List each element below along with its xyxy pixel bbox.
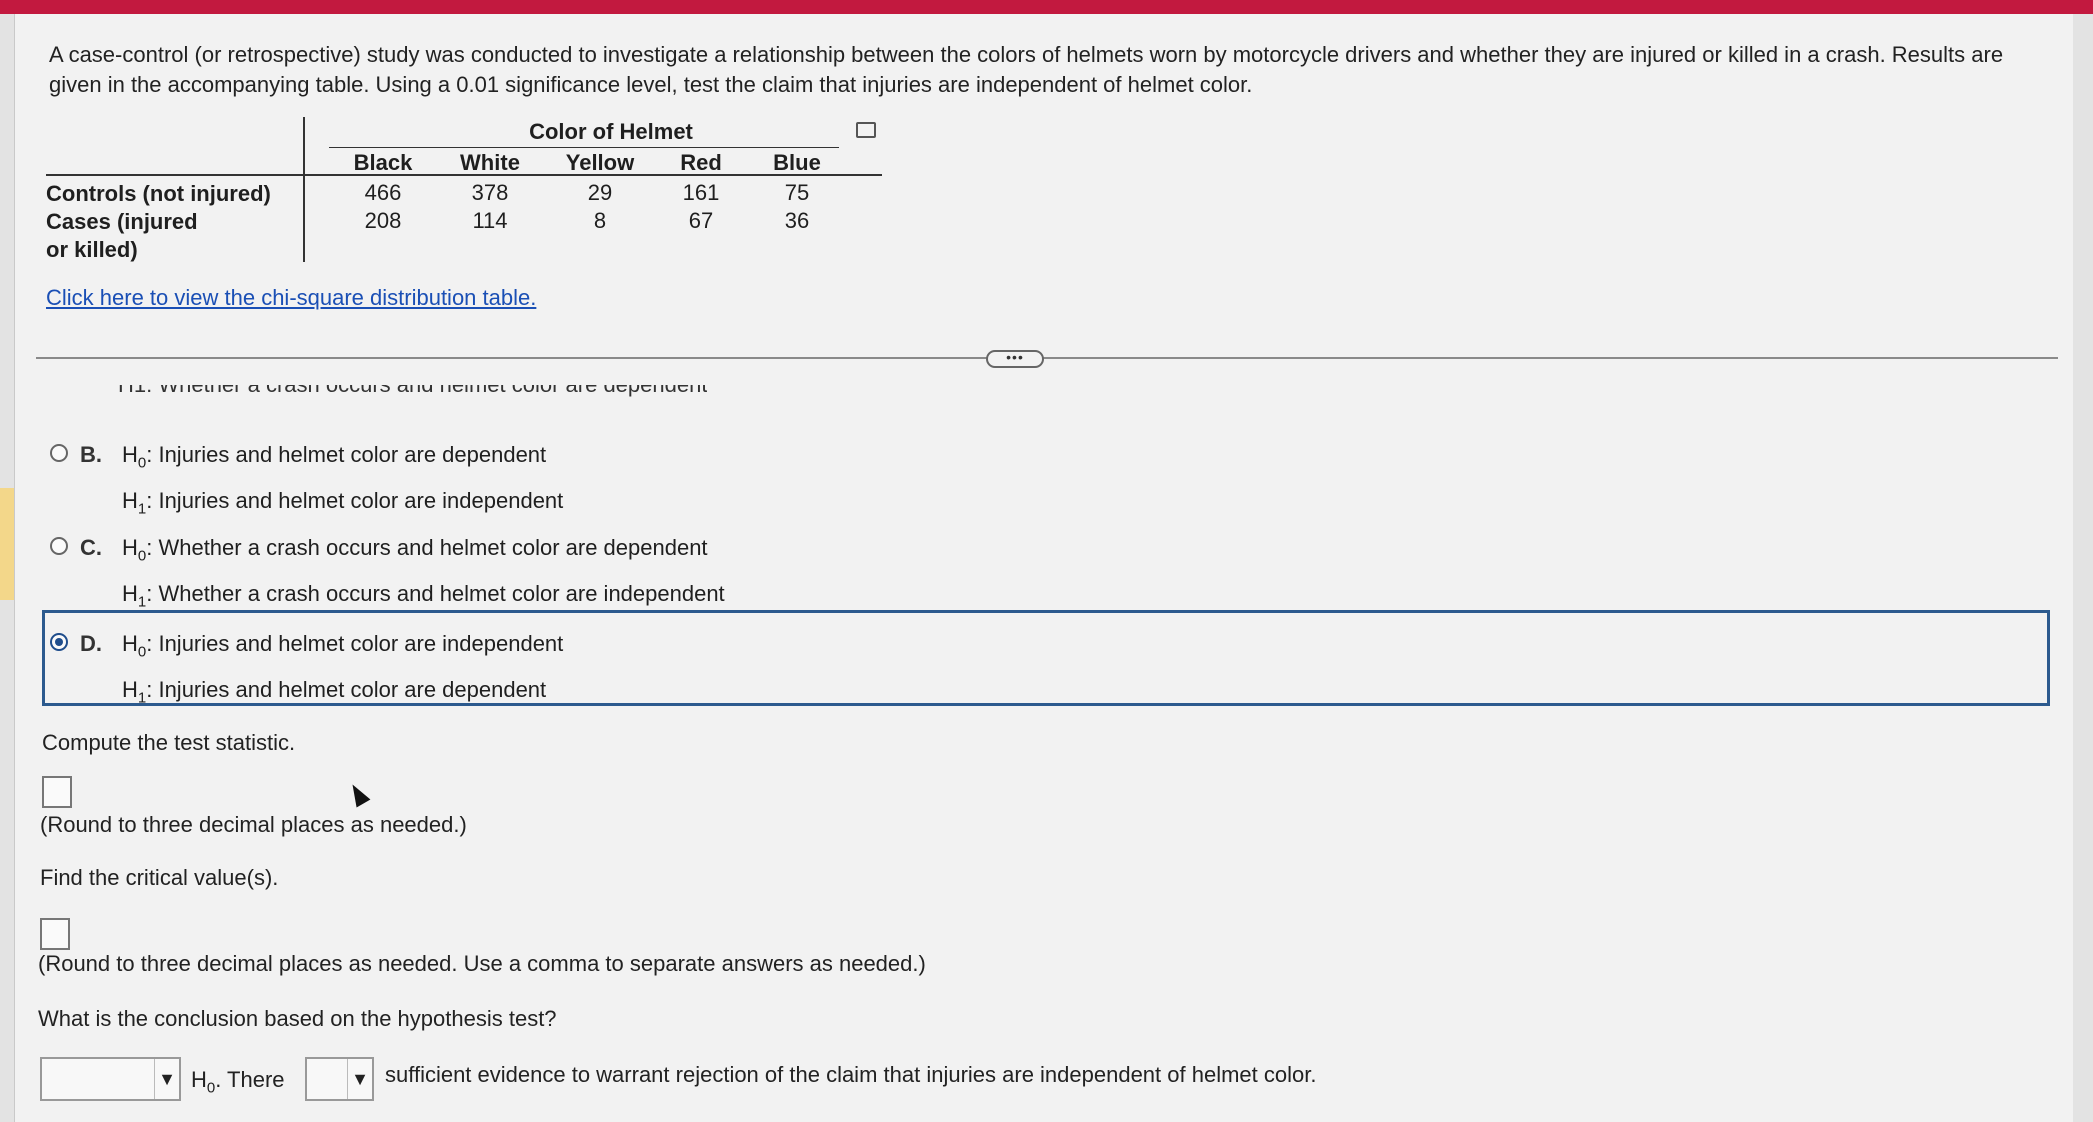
table-cell: 67: [688, 208, 714, 233]
table-cell: 161: [682, 180, 720, 205]
option-b-letter: B.: [80, 442, 102, 467]
round-note-2: (Round to three decimal places as needed…: [38, 951, 926, 976]
test-statistic-input[interactable]: [42, 776, 72, 808]
column-header-red: Red: [680, 150, 722, 175]
option-c-letter: C.: [80, 535, 102, 560]
table-divider-header: [329, 147, 839, 148]
critical-values-prompt: Find the critical value(s).: [40, 865, 279, 890]
column-header-blue: Blue: [773, 150, 821, 175]
option-c[interactable]: C. H0: Whether a crash occurs and helmet…: [46, 529, 946, 611]
table-cell: 75: [784, 180, 810, 205]
reject-decision-dropdown[interactable]: ▼: [40, 1057, 181, 1101]
table-cell: 29: [587, 180, 613, 205]
test-statistic-prompt: Compute the test statistic.: [42, 730, 296, 755]
table-cell: 114: [472, 208, 508, 233]
option-b[interactable]: B. H0: Injuries and helmet color are dep…: [46, 436, 946, 518]
row-label-cases-line2: or killed): [46, 237, 138, 262]
critical-values-input[interactable]: [40, 918, 70, 950]
row-label-cases-line1: Cases (injured: [46, 209, 198, 234]
option-b-radio[interactable]: [50, 444, 68, 462]
chevron-down-icon: ▼: [154, 1059, 179, 1099]
h0-there-text: H0. There: [191, 1067, 285, 1097]
column-header-black: Black: [353, 150, 413, 175]
option-d-h0: H0: Injuries and helmet color are indepe…: [122, 631, 564, 661]
table-cell: 466: [364, 180, 402, 205]
divider-handle[interactable]: •••: [986, 350, 1044, 368]
option-b-h0: H0: Injuries and helmet color are depend…: [122, 442, 547, 472]
column-header-yellow: Yellow: [565, 150, 635, 175]
table-cell: 36: [784, 208, 810, 233]
option-d-radio[interactable]: [50, 633, 68, 651]
problem-statement: A case-control (or retrospective) study …: [49, 42, 2004, 97]
conclusion-sentence: sufficient evidence to warrant rejection…: [385, 1062, 1317, 1087]
chevron-down-icon: ▼: [347, 1059, 372, 1099]
table-cell: 208: [364, 208, 402, 233]
column-header-white: White: [460, 150, 520, 175]
clipped-option-label: H1: Whether a crash occurs and helmet co…: [118, 385, 707, 396]
table-cell: 8: [593, 208, 607, 233]
option-b-text: H0: Injuries and helmet color are depend…: [122, 436, 563, 529]
option-d-text: H0: Injuries and helmet color are indepe…: [122, 625, 563, 718]
option-b-h1: H1: Injuries and helmet color are indepe…: [122, 488, 564, 518]
round-note-1: (Round to three decimal places as needed…: [40, 812, 467, 837]
option-d-letter: D.: [80, 631, 102, 656]
data-table: Color of Helmet Black White Yellow Red B…: [46, 117, 886, 265]
table-divider-vertical: [303, 117, 305, 262]
section-divider: [36, 357, 2058, 359]
option-c-radio[interactable]: [50, 537, 68, 555]
option-d[interactable]: D. H0: Injuries and helmet color are ind…: [46, 625, 946, 707]
expand-icon[interactable]: [856, 122, 876, 138]
evidence-dropdown[interactable]: ▼: [305, 1057, 374, 1101]
option-c-text: H0: Whether a crash occurs and helmet co…: [122, 529, 725, 622]
option-d-h1: H1: Injuries and helmet color are depend…: [122, 677, 547, 707]
clipped-option-text: H1: Whether a crash occurs and helmet co…: [118, 385, 707, 407]
side-marker: [0, 488, 14, 600]
table-group-header: Color of Helmet: [529, 119, 693, 144]
top-header-bar: [0, 0, 2093, 14]
table-cell: 378: [471, 180, 509, 205]
conclusion-prompt: What is the conclusion based on the hypo…: [38, 1006, 557, 1031]
chi-square-table-link[interactable]: Click here to view the chi-square distri…: [46, 285, 536, 311]
option-c-h0: H0: Whether a crash occurs and helmet co…: [122, 535, 708, 565]
row-label-controls: Controls (not injured): [46, 181, 271, 206]
